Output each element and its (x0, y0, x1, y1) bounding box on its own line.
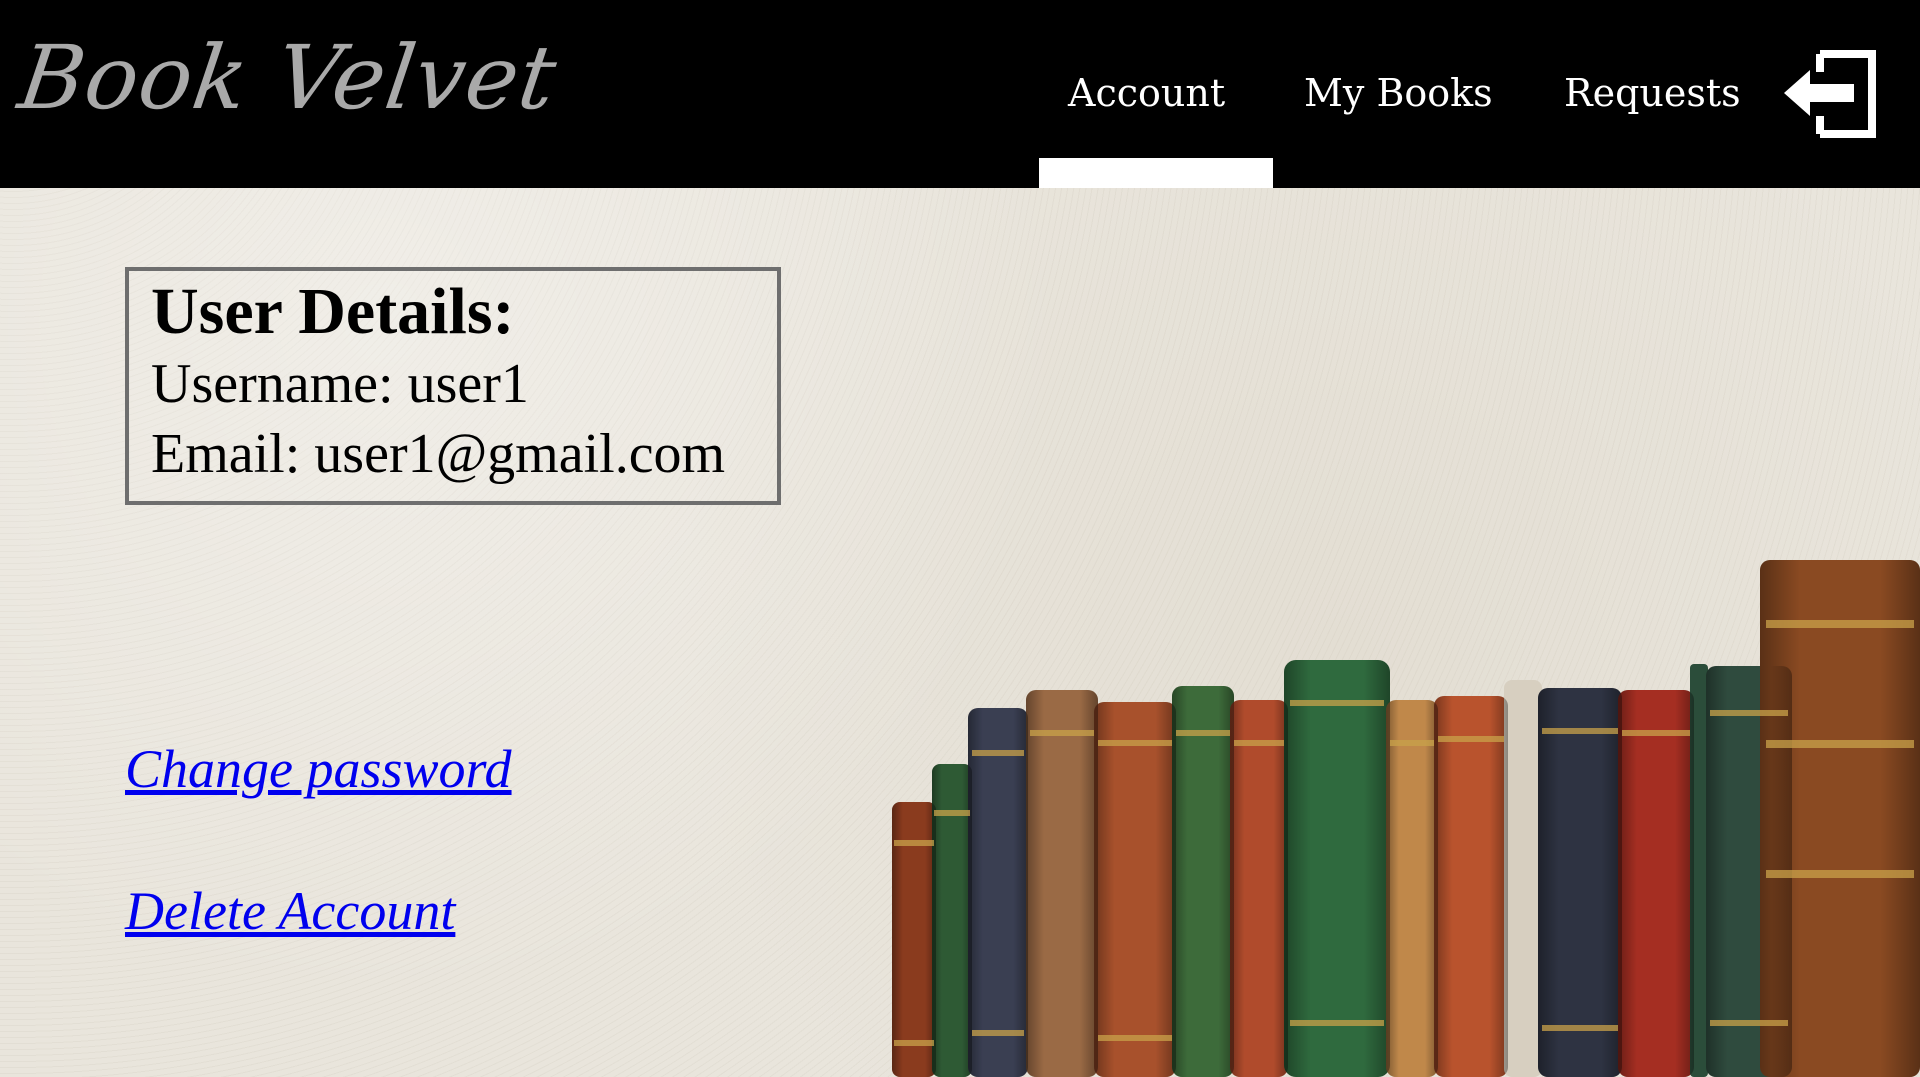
user-details-title: User Details: (151, 275, 515, 348)
top-header: Book Velvet Account My Books Requests (0, 0, 1920, 188)
nav-my-books[interactable]: My Books (1304, 66, 1493, 120)
logout-button[interactable] (1780, 50, 1876, 138)
site-logo[interactable]: Book Velvet (13, 26, 563, 129)
email-line: Email: user1@gmail.com (151, 423, 726, 485)
delete-account-link[interactable]: Delete Account (125, 880, 455, 942)
change-password-link[interactable]: Change password (125, 738, 512, 800)
logout-icon (1784, 50, 1876, 138)
nav-requests[interactable]: Requests (1564, 66, 1741, 120)
active-tab-indicator (1039, 158, 1273, 188)
bookshelf-illustration (892, 560, 1920, 1077)
user-details-card: User Details: Username: user1 Email: use… (125, 267, 781, 505)
nav-account[interactable]: Account (1068, 66, 1225, 120)
username-line: Username: user1 (151, 353, 529, 415)
book-spines (892, 560, 1920, 1077)
